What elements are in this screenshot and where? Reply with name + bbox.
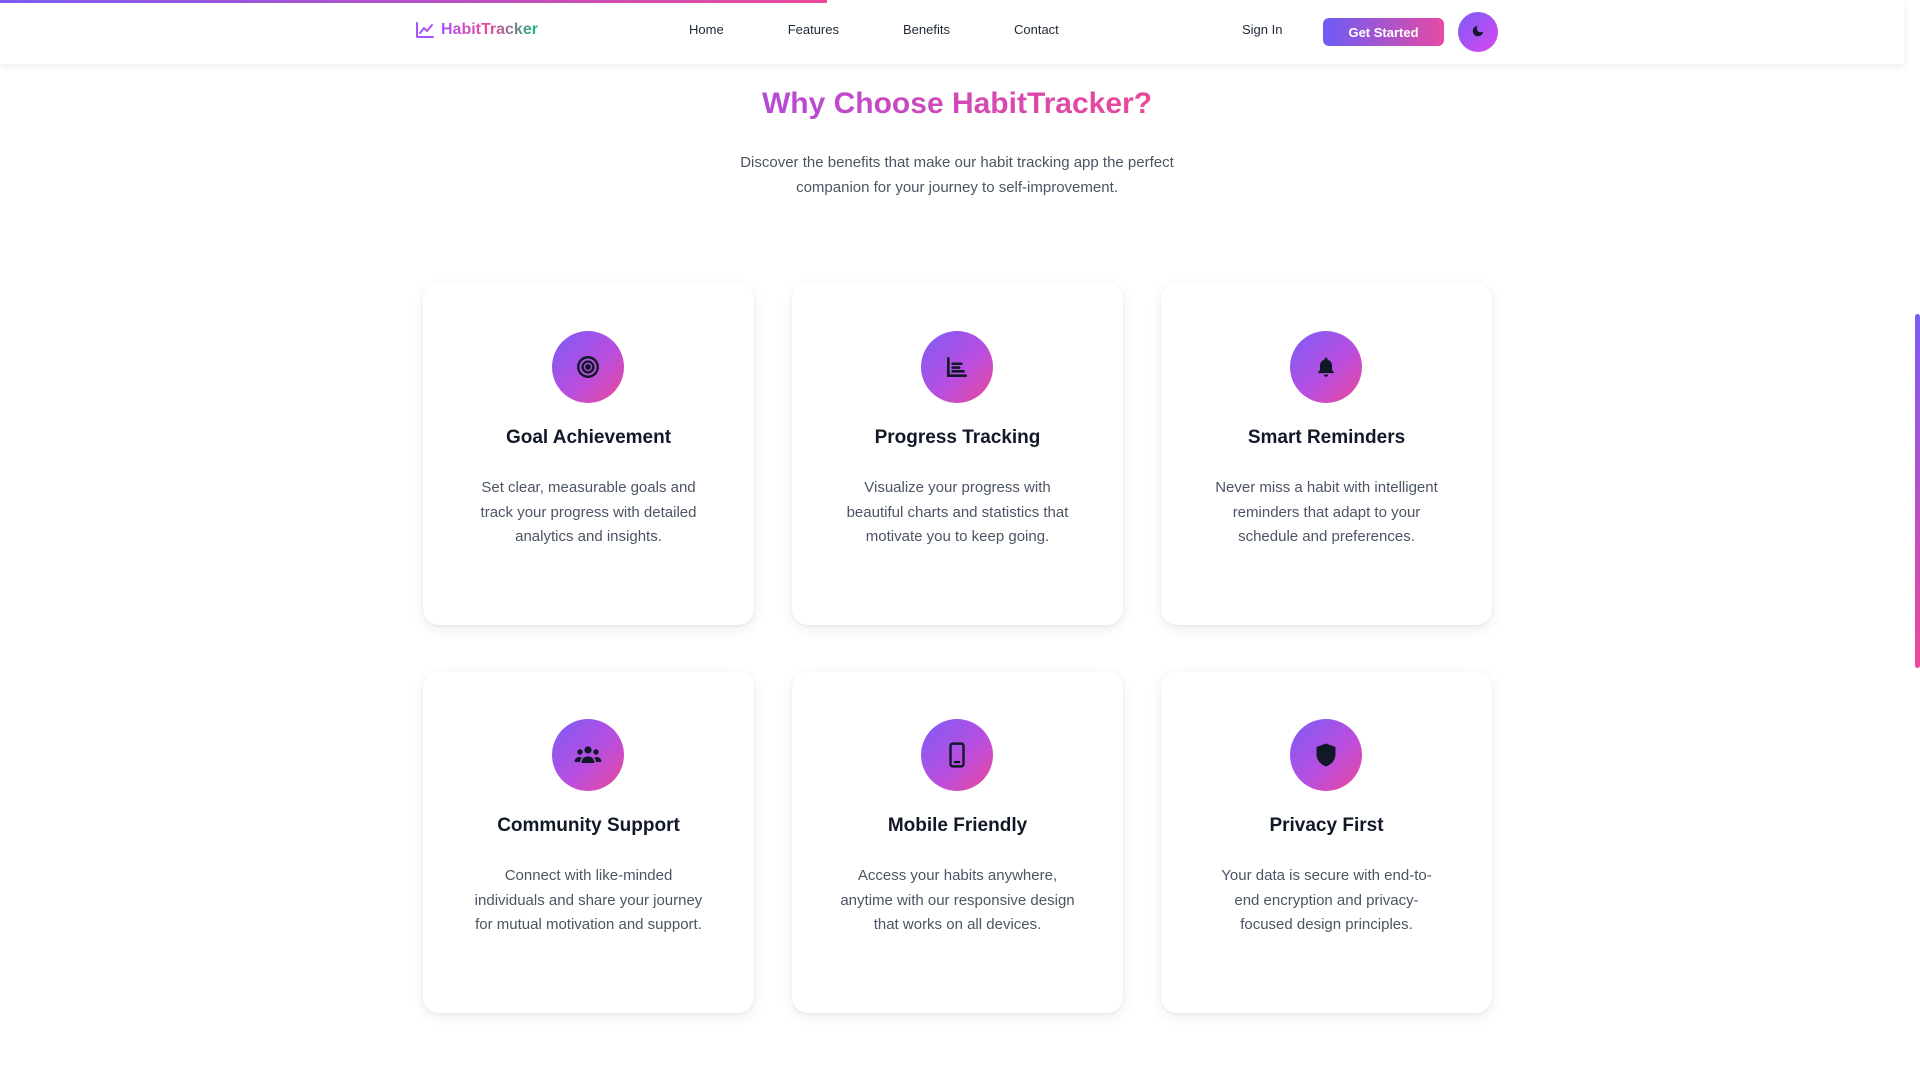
card-description: Connect with like-minded individuals and… xyxy=(474,867,703,933)
card-description: Never miss a habit with intelligent remi… xyxy=(1215,479,1438,545)
moon-icon xyxy=(1471,24,1485,41)
card-title: Mobile Friendly xyxy=(887,815,1028,836)
sign-in-link[interactable]: Sign In xyxy=(1242,22,1282,37)
bell-icon xyxy=(1290,331,1362,403)
navbar: HabitTracker Home Features Benefits Cont… xyxy=(0,0,1904,64)
get-started-button[interactable]: Get Started xyxy=(1323,18,1444,46)
section-title: Why Choose HabitTracker? xyxy=(761,87,1153,120)
scrollbar-track[interactable] xyxy=(1904,0,1920,1080)
card-privacy-first: Privacy First Your data is secure with e… xyxy=(1161,671,1492,1013)
trend-chart-icon xyxy=(415,21,435,39)
card-title: Privacy First xyxy=(1269,815,1384,836)
logo[interactable]: HabitTracker xyxy=(415,21,538,39)
nav-home[interactable]: Home xyxy=(689,22,724,37)
card-description: Access your habits anywhere, anytime wit… xyxy=(840,867,1075,933)
nav-benefits[interactable]: Benefits xyxy=(903,22,950,37)
target-icon xyxy=(552,331,624,403)
card-title: Community Support xyxy=(497,815,680,836)
card-description: Visualize your progress with beautiful c… xyxy=(846,479,1069,545)
logo-text: HabitTracker xyxy=(441,21,538,38)
card-mobile-friendly: Mobile Friendly Access your habits anywh… xyxy=(792,671,1123,1013)
card-progress-tracking: Progress Tracking Visualize your progres… xyxy=(792,283,1123,625)
scrollbar-thumb[interactable] xyxy=(1915,314,1920,668)
nav-contact[interactable]: Contact xyxy=(1014,22,1059,37)
card-goal-achievement: Goal Achievement Set clear, measurable g… xyxy=(423,283,754,625)
nav-features[interactable]: Features xyxy=(788,22,839,37)
scroll-progress-bar xyxy=(0,0,827,3)
theme-toggle-button[interactable] xyxy=(1458,12,1498,52)
shield-icon xyxy=(1290,719,1362,791)
card-community-support: Community Support Connect with like-mind… xyxy=(423,671,754,1013)
card-title: Smart Reminders xyxy=(1247,427,1406,448)
card-title: Progress Tracking xyxy=(874,427,1041,448)
card-description: Set clear, measurable goals and track yo… xyxy=(480,479,697,545)
nav-links: Home Features Benefits Contact xyxy=(689,22,1059,37)
card-description: Your data is secure with end-to-end encr… xyxy=(1221,867,1432,933)
card-smart-reminders: Smart Reminders Never miss a habit with … xyxy=(1161,283,1492,625)
section-subtitle: Discover the benefits that make our habi… xyxy=(740,154,1174,196)
chart-icon xyxy=(921,331,993,403)
card-title: Goal Achievement xyxy=(505,427,672,448)
mobile-icon xyxy=(921,719,993,791)
users-icon xyxy=(552,719,624,791)
